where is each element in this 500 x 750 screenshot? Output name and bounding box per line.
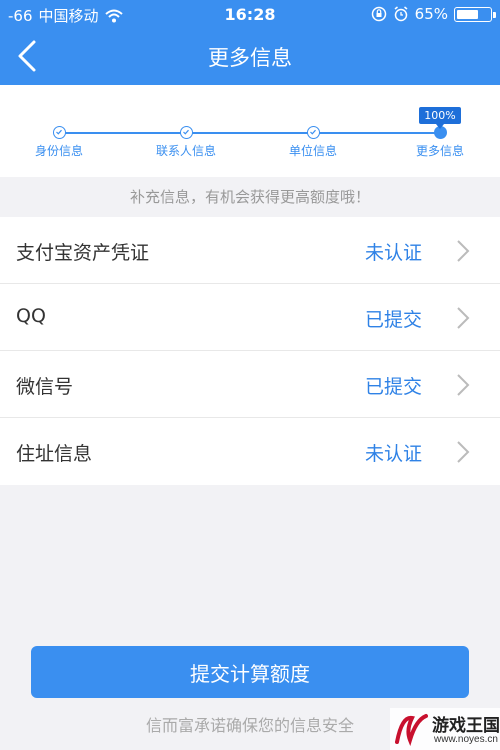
alarm-icon [394,6,408,22]
submit-button[interactable]: 提交计算额度 [31,646,469,698]
battery-icon [454,6,496,22]
item-label: 住址信息 [16,443,93,465]
step-label-employer: 单位信息 [288,144,337,158]
orientation-lock-icon [371,6,386,22]
noyes-logo-icon [395,714,428,746]
chevron-right-icon [457,374,470,396]
step-2-check-icon [180,126,193,139]
step-label-identity: 身份信息 [34,144,83,158]
progress-steps: 100% 身份信息 联系人信息 单位信息 更多信息 [0,85,500,177]
item-status: 已提交 [364,309,422,331]
page-title: 更多信息 [208,46,292,70]
progress-percent-badge: 100% [419,107,461,129]
list-item-alipay[interactable]: 支付宝资产凭证 未认证 [0,217,500,284]
chevron-right-icon [457,441,470,463]
watermark: 游戏王国 www.noyes.cn [390,708,500,750]
step-label-contacts: 联系人信息 [155,144,216,158]
item-status: 未认证 [364,443,422,465]
step-label-more-info: 更多信息 [415,144,464,158]
step-1-check-icon [53,126,66,139]
chevron-right-icon [457,240,470,262]
hint-text: 补充信息，有机会获得更高额度哦！ [129,188,370,206]
watermark-text: 游戏王国 [432,716,500,736]
item-label: 支付宝资产凭证 [16,242,150,264]
step-3-check-icon [307,126,320,139]
chevron-right-icon [457,307,470,329]
item-label: 微信号 [16,376,74,398]
item-status: 未认证 [364,242,422,264]
battery-percent: 65% [414,5,448,23]
header: -66 中国移动 16:28 65% 更多信息 [0,0,500,85]
nav-bar: 更多信息 [0,30,500,82]
list-item-qq[interactable]: QQ 已提交 [0,284,500,351]
status-right: 65% [371,5,496,23]
item-status: 已提交 [364,376,422,398]
list-item-address[interactable]: 住址信息 未认证 [0,418,500,485]
info-list: 支付宝资产凭证 未认证 QQ 已提交 微信号 已提交 住址信息 未认证 [0,217,500,485]
progress-track [59,132,440,134]
battery-level [457,9,478,19]
status-bar: -66 中国移动 16:28 65% [0,0,500,28]
item-label: QQ [16,305,46,327]
watermark-url: www.noyes.cn [434,734,498,745]
list-item-wechat[interactable]: 微信号 已提交 [0,351,500,418]
